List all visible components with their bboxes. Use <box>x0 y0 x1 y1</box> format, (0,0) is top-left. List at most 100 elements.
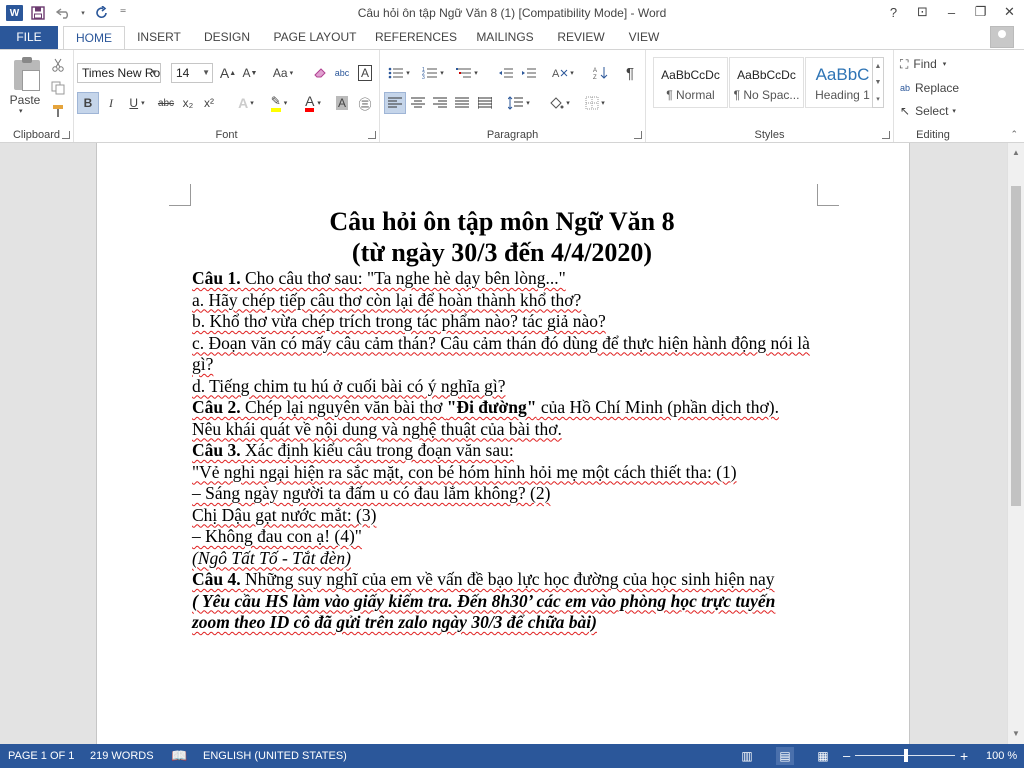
scrollbar-thumb[interactable] <box>1011 186 1021 506</box>
user-avatar[interactable] <box>990 26 1014 48</box>
underline-icon: U <box>129 96 139 110</box>
character-shading-button[interactable]: A <box>333 92 351 114</box>
word-window: W ▾ ⁼ Câu hỏi ôn tập Ngữ Văn 8 (1) [Comp… <box>0 0 1024 768</box>
paragraph-launcher-icon[interactable] <box>634 131 642 139</box>
underline-button[interactable]: U ▾ <box>123 92 151 114</box>
print-layout-icon[interactable]: ▤ <box>776 747 794 765</box>
text-effects-button[interactable]: A ▾ <box>232 92 260 114</box>
shrink-font-button[interactable]: A ▼ <box>240 62 260 84</box>
proofing-icon[interactable]: 📖 <box>171 744 187 768</box>
font-launcher-icon[interactable] <box>368 131 376 139</box>
style-normal[interactable]: AaBbCcDc ¶ Normal <box>653 57 728 108</box>
scroll-up-icon[interactable]: ▲ <box>875 63 882 70</box>
align-center-button[interactable] <box>407 92 429 114</box>
subscript-button[interactable]: x₂ <box>179 92 197 114</box>
format-painter-icon[interactable] <box>48 100 68 122</box>
grow-font-button[interactable]: A ▲ <box>218 62 238 84</box>
show-hide-marks-button[interactable]: ¶ <box>620 62 640 84</box>
zoom-in-button[interactable]: + <box>960 744 968 768</box>
status-bar: PAGE 1 OF 1 219 WORDS 📖 ENGLISH (UNITED … <box>0 744 1024 768</box>
document-body[interactable]: Câu hỏi ôn tập môn Ngữ Văn 8 (từ ngày 30… <box>192 206 812 634</box>
asian-layout-button[interactable]: A ▾ <box>548 62 578 84</box>
change-case-button[interactable]: Aa ▾ <box>268 62 298 84</box>
read-mode-icon[interactable]: ▥ <box>738 747 756 765</box>
align-right-button[interactable] <box>429 92 451 114</box>
styles-launcher-icon[interactable] <box>882 131 890 139</box>
tab-references[interactable]: REFERENCES <box>374 26 458 49</box>
restore-button[interactable]: ❐ <box>966 0 995 24</box>
sort-button[interactable]: AZ <box>590 62 612 84</box>
font-size-combo[interactable]: 14 ▼ <box>171 63 213 83</box>
more-styles-icon[interactable]: ▾ <box>876 95 880 103</box>
close-button[interactable]: ✕ <box>995 0 1024 24</box>
tab-review[interactable]: REVIEW <box>553 26 609 49</box>
character-border-button[interactable]: A <box>355 62 375 84</box>
styles-group: AaBbCcDc ¶ Normal AaBbCcDc ¶ No Spac... … <box>646 50 894 142</box>
help-button[interactable]: ? <box>879 0 908 24</box>
style-sample: AaBbC <box>815 65 870 84</box>
tab-view[interactable]: VIEW <box>620 26 668 49</box>
superscript-button[interactable]: x² <box>200 92 218 114</box>
highlight-color-button[interactable]: ✎ ▾ <box>264 92 294 114</box>
web-layout-icon[interactable]: ▦ <box>814 747 832 765</box>
ribbon-display-options-button[interactable]: ⊡ <box>908 0 937 24</box>
numbering-button[interactable]: 1 2 3 ▾ <box>418 62 448 84</box>
tab-file[interactable]: FILE <box>0 26 58 49</box>
page-count[interactable]: PAGE 1 OF 1 <box>8 744 74 768</box>
highlighter-icon: ✎ <box>270 94 281 112</box>
zoom-out-button[interactable]: – <box>843 744 850 768</box>
find-button[interactable]: ⛶ Find ▾ <box>900 53 966 75</box>
styles-gallery-scroll[interactable]: ▲ ▼ ▾ <box>872 57 884 108</box>
scroll-up-arrow-icon[interactable]: ▲ <box>1008 145 1024 161</box>
doc-note: ( Yêu cầu HS làm vào giấy kiểm tra. Đến … <box>192 590 776 633</box>
language-indicator[interactable]: ENGLISH (UNITED STATES) <box>203 744 347 768</box>
select-button[interactable]: ↖ Select ▾ <box>900 100 966 122</box>
window-controls: ? ⊡ – ❐ ✕ <box>879 0 1024 24</box>
question-4: Câu 4. Những suy nghĩ của em về vấn đề b… <box>192 569 812 591</box>
vertical-scrollbar[interactable]: ▲ ▼ <box>1007 143 1024 744</box>
tab-page-layout[interactable]: PAGE LAYOUT <box>268 26 362 49</box>
italic-button[interactable]: I <box>101 92 121 114</box>
copy-icon[interactable] <box>48 77 68 99</box>
tab-mailings[interactable]: MAILINGS <box>471 26 539 49</box>
clipboard-launcher-icon[interactable] <box>62 131 70 139</box>
increase-indent-button[interactable] <box>518 62 540 84</box>
borders-button[interactable]: ▾ <box>580 92 610 114</box>
distributed-button[interactable] <box>474 92 496 114</box>
clear-formatting-button[interactable] <box>310 62 330 84</box>
multilevel-list-button[interactable]: ▾ <box>452 62 482 84</box>
document-page[interactable]: Câu hỏi ôn tập môn Ngữ Văn 8 (từ ngày 30… <box>96 143 910 744</box>
style-heading-1[interactable]: AaBbC Heading 1 <box>805 57 880 108</box>
scroll-down-icon[interactable]: ▼ <box>875 79 882 86</box>
zoom-level[interactable]: 100 % <box>986 744 1017 768</box>
scroll-down-arrow-icon[interactable]: ▼ <box>1008 726 1024 742</box>
bold-button[interactable]: B <box>77 92 99 114</box>
font-color-button[interactable]: A ▾ <box>298 92 328 114</box>
word-count[interactable]: 219 WORDS <box>90 744 154 768</box>
q1-part-b: b. Khổ thơ vừa chép trích trong tác phẩm… <box>192 311 606 331</box>
chevron-down-icon: ▼ <box>202 68 210 77</box>
justify-button[interactable] <box>451 92 473 114</box>
decrease-indent-button[interactable] <box>495 62 517 84</box>
collapse-ribbon-icon[interactable]: ⌃ <box>1010 129 1018 140</box>
line-spacing-button[interactable]: ▾ <box>504 92 534 114</box>
paste-button[interactable]: Paste ▾ <box>2 52 46 115</box>
strikethrough-button[interactable]: abc <box>154 92 178 114</box>
font-name-combo[interactable]: Times New Ro ▼ <box>77 63 161 83</box>
tab-home[interactable]: HOME <box>63 26 125 50</box>
phonetic-guide-button[interactable]: abc <box>332 62 352 84</box>
increase-indent-icon <box>522 68 536 78</box>
minimize-button[interactable]: – <box>937 0 966 24</box>
style-no-spacing[interactable]: AaBbCcDc ¶ No Spac... <box>729 57 804 108</box>
replace-button[interactable]: ab Replace <box>900 77 966 99</box>
tab-insert[interactable]: INSERT <box>130 26 188 49</box>
window-title: Câu hỏi ôn tập Ngữ Văn 8 (1) [Compatibil… <box>357 6 667 20</box>
zoom-slider-thumb[interactable] <box>904 749 908 762</box>
enclose-characters-button[interactable]: ㊂ <box>355 92 375 114</box>
align-left-button[interactable] <box>384 92 406 114</box>
shading-button[interactable]: ▾ <box>544 92 574 114</box>
tab-design[interactable]: DESIGN <box>198 26 256 49</box>
q2-poem-title: "Đi đường" <box>446 397 537 417</box>
bullets-button[interactable]: ▾ <box>384 62 414 84</box>
cut-icon[interactable] <box>48 54 68 76</box>
